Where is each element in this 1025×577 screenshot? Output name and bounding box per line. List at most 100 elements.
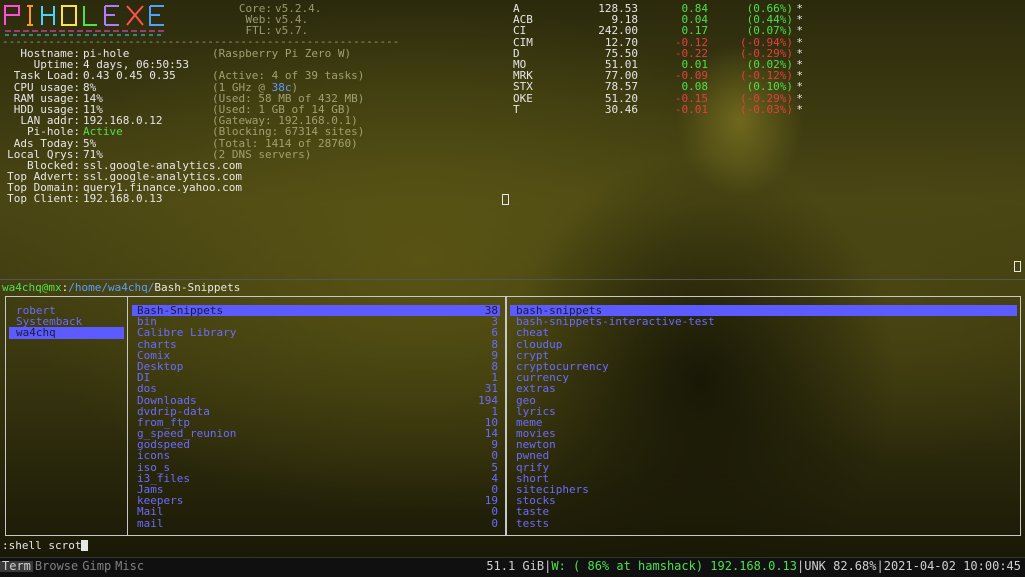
directory-item[interactable]: DI 1 xyxy=(132,372,500,383)
stock-row: OKE 51.20 -0.15 (-0.29%) * xyxy=(513,92,803,103)
status-info: 51.1 GiB | W: ( 86% at hamshack) 192.168.0… xyxy=(486,559,1021,573)
stock-marker: * xyxy=(796,102,803,116)
preview-item[interactable]: geo xyxy=(510,394,1017,405)
workspace-tab-term[interactable]: Term xyxy=(0,560,33,573)
directory-item[interactable]: icons 0 xyxy=(132,450,500,461)
pihole-logo xyxy=(4,5,164,36)
stock-row: T 30.46 -0.01 (-0.03%) * xyxy=(513,102,803,116)
stock-change: 0.17 xyxy=(681,24,709,38)
stat-row-pihole: Pi-hole: Active (Blocking: 67314 sites) xyxy=(0,126,400,137)
ranger-current-pane[interactable]: Bash-Snippets 38 bin 3 Calibre Library 6 chart… xyxy=(127,296,506,536)
stock-change: 0.08 xyxy=(681,80,709,94)
stat-note: (Raspberry Pi Zero W) xyxy=(212,47,352,60)
directory-item[interactable]: Bash-Snippets 38 xyxy=(132,305,500,316)
stock-marker: * xyxy=(796,80,803,94)
stock-row: CI 242.00 0.17 (0.07%) * xyxy=(513,25,803,36)
parent-dir-item[interactable]: wa4chq xyxy=(9,326,124,340)
directory-item[interactable]: i3_files 4 xyxy=(132,473,500,484)
stock-cursor xyxy=(1014,261,1021,272)
workspace-tab-misc[interactable]: Misc xyxy=(113,560,146,572)
stat-row-task-load: Task Load: 0.43 0.45 0.35 (Active: 4 of … xyxy=(0,70,400,81)
shell-prompt: wa4chq@mx:/home/wa4chq/Bash-Snippets xyxy=(2,282,240,293)
preview-item[interactable]: cloudup xyxy=(510,338,1017,349)
stock-marker: * xyxy=(796,24,803,38)
item-label: extras xyxy=(516,382,556,396)
directory-item[interactable]: mail 0 xyxy=(132,516,500,530)
preview-item[interactable]: newton xyxy=(510,439,1017,450)
stock-percent: (-0.03%) xyxy=(740,102,793,116)
preview-item[interactable]: taste xyxy=(510,506,1017,517)
directory-item[interactable]: charts 8 xyxy=(132,338,500,349)
i3-status-bar: Term Browse Gimp Misc 51.1 GiB | W: ( 86% at … xyxy=(0,557,1025,577)
wifi-status: W: ( 86% at hamshack) xyxy=(551,559,704,573)
pihole-stats: Hostname: pi-hole (Raspberry Pi Zero W) … xyxy=(0,48,400,205)
ftl-version-value: v5.7. xyxy=(275,24,309,37)
item-label: cheat xyxy=(516,326,550,340)
item-label: Mail xyxy=(137,505,164,519)
ranger-command-line[interactable]: :shell scrot xyxy=(2,539,89,552)
directory-item[interactable]: Jams 0 xyxy=(132,484,500,495)
preview-item[interactable]: extras xyxy=(510,383,1017,394)
stock-price: 30.46 xyxy=(604,102,638,116)
preview-item[interactable]: cheat xyxy=(510,327,1017,338)
directory-item[interactable]: Comix 9 xyxy=(132,350,500,361)
ranger-preview-pane[interactable]: bash-snippets bash-snippets-interactive-t… xyxy=(506,296,1021,536)
directory-item[interactable]: dos 31 xyxy=(132,383,500,394)
directory-item[interactable]: Desktop 8 xyxy=(132,361,500,372)
stat-note: (Blocking: 67314 sites) xyxy=(212,125,365,139)
stat-row-ads-today: Ads Today: 5% (Total: 1414 of 28760) xyxy=(0,137,400,148)
ranger-parent-pane[interactable]: robert Systemback wa4chq xyxy=(5,296,128,536)
ftl-version-label: FTL: xyxy=(245,24,273,37)
preview-item[interactable]: stocks xyxy=(510,495,1017,506)
item-count: 0 xyxy=(491,449,498,463)
stat-value: 0.43 0.45 0.35 xyxy=(83,69,176,83)
stock-change: -0.01 xyxy=(674,102,708,116)
workspace-tab-gimp[interactable]: Gimp xyxy=(80,560,113,572)
directory-item[interactable]: Downloads 194 xyxy=(132,394,500,405)
stock-symbol: STX xyxy=(513,80,533,94)
preview-item[interactable]: currency xyxy=(510,372,1017,383)
directory-item[interactable]: keepers 19 xyxy=(132,495,500,506)
preview-item[interactable]: lyrics xyxy=(510,405,1017,416)
preview-item[interactable]: cryptocurrency xyxy=(510,361,1017,372)
item-count: 0 xyxy=(491,516,498,530)
stock-ticker: A 128.53 0.84 (0.66%) * ACB 9.18 0.04 (0.44%) * CI… xyxy=(513,3,803,115)
clock: 2021-04-02 10:00:45 xyxy=(883,559,1021,573)
battery-status: UNK 82.68% xyxy=(804,559,877,573)
workspace-tabs: Term Browse Gimp Misc xyxy=(0,560,146,573)
item-label: taste xyxy=(516,505,550,519)
directory-item[interactable]: Mail 0 xyxy=(132,506,500,517)
directory-item[interactable]: godspeed 9 xyxy=(132,439,500,450)
preview-item[interactable]: tests xyxy=(510,516,1017,530)
item-count: 6 xyxy=(491,326,498,340)
item-label: mail xyxy=(137,516,164,530)
preview-item[interactable]: movies xyxy=(510,428,1017,439)
item-label: wa4chq xyxy=(16,326,56,340)
conky-rule: ----------------------------------------… xyxy=(2,36,400,48)
item-label: pwned xyxy=(516,449,550,463)
wifi-ip: 192.168.0.13 xyxy=(710,559,797,573)
item-label: tests xyxy=(516,516,550,530)
stock-symbol: CI xyxy=(513,24,527,38)
stock-price: 78.57 xyxy=(604,80,638,94)
stock-price: 242.00 xyxy=(598,24,638,38)
stock-percent: (0.07%) xyxy=(746,24,793,38)
stat-key: Task Load: xyxy=(13,69,80,83)
prompt-user: wa4chq@mx xyxy=(2,281,62,294)
pihole-status: Active xyxy=(83,125,123,139)
workspace-tab-browse[interactable]: Browse xyxy=(33,560,80,572)
stat-value: 192.168.0.13 xyxy=(83,192,163,206)
preview-item[interactable]: bash-snippets-interactive-test xyxy=(510,316,1017,327)
stock-row: STX 78.57 0.08 (0.10%) * xyxy=(513,81,803,92)
command-text[interactable]: :shell scrot xyxy=(2,539,81,552)
stat-row-top-client: Top Client: 192.168.0.13 xyxy=(0,193,400,204)
disk-free: 51.1 GiB xyxy=(486,559,545,573)
preview-item[interactable]: meme xyxy=(510,417,1017,428)
item-count: 31 xyxy=(484,382,498,396)
item-label: icons xyxy=(137,449,171,463)
preview-item[interactable]: pwned xyxy=(510,450,1017,461)
directory-item[interactable]: Calibre Library 6 xyxy=(132,327,500,338)
preview-item[interactable]: qrify xyxy=(510,461,1017,472)
stat-key: Pi-hole: xyxy=(27,125,80,139)
preview-item[interactable]: siteciphers xyxy=(510,484,1017,495)
